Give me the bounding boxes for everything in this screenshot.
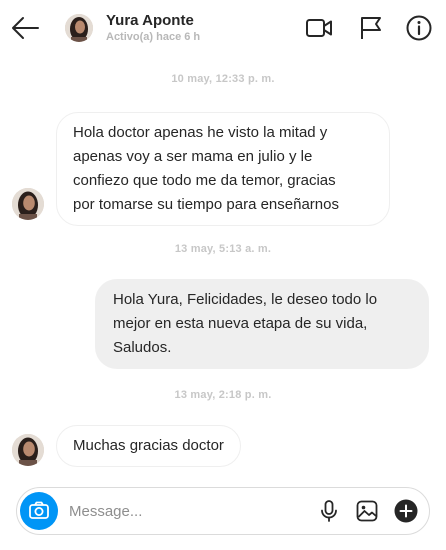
avatar[interactable] bbox=[12, 434, 44, 466]
incoming-message-bubble[interactable]: Muchas gracias doctor bbox=[56, 425, 241, 467]
info-icon[interactable] bbox=[405, 14, 433, 41]
message-timestamp: 13 may, 2:18 p. m. bbox=[174, 389, 272, 401]
video-call-icon[interactable] bbox=[305, 15, 333, 41]
back-arrow-icon[interactable] bbox=[10, 14, 40, 42]
contact-name[interactable]: Yura Aponte bbox=[106, 12, 194, 29]
incoming-message-bubble[interactable]: Hola doctor apenas he visto la mitad y a… bbox=[56, 112, 390, 226]
message-line: apenas voy a ser mama en julio y le bbox=[73, 148, 313, 165]
flag-icon[interactable] bbox=[357, 15, 385, 41]
message-line: Saludos. bbox=[113, 339, 172, 356]
message-line: Hola doctor apenas he visto la mitad y bbox=[73, 124, 328, 141]
message-input[interactable] bbox=[69, 498, 299, 524]
microphone-icon[interactable] bbox=[317, 499, 341, 523]
outgoing-message-bubble[interactable]: Hola Yura, Felicidades, le deseo todo lo… bbox=[95, 279, 429, 369]
message-timestamp: 10 may, 12:33 p. m. bbox=[171, 73, 275, 85]
camera-icon[interactable] bbox=[20, 492, 58, 530]
plus-circle-icon[interactable] bbox=[394, 499, 418, 523]
avatar[interactable] bbox=[12, 188, 44, 220]
avatar[interactable] bbox=[65, 14, 93, 42]
message-line: mejor en esta nueva etapa de su vida, bbox=[113, 315, 368, 332]
message-line: Muchas gracias doctor bbox=[73, 437, 224, 454]
chat-header: Yura Aponte Activo(a) hace 6 h bbox=[0, 0, 446, 56]
message-line: confiezo que todo me da temor, gracias bbox=[73, 172, 336, 189]
message-composer bbox=[16, 487, 430, 535]
active-status: Activo(a) hace 6 h bbox=[106, 31, 201, 43]
message-timestamp: 13 may, 5:13 a. m. bbox=[174, 243, 272, 255]
gallery-icon[interactable] bbox=[355, 499, 379, 523]
message-line: Hola Yura, Felicidades, le deseo todo lo bbox=[113, 291, 378, 308]
message-line: por tomarse su tiempo para enseñarnos bbox=[73, 196, 339, 213]
